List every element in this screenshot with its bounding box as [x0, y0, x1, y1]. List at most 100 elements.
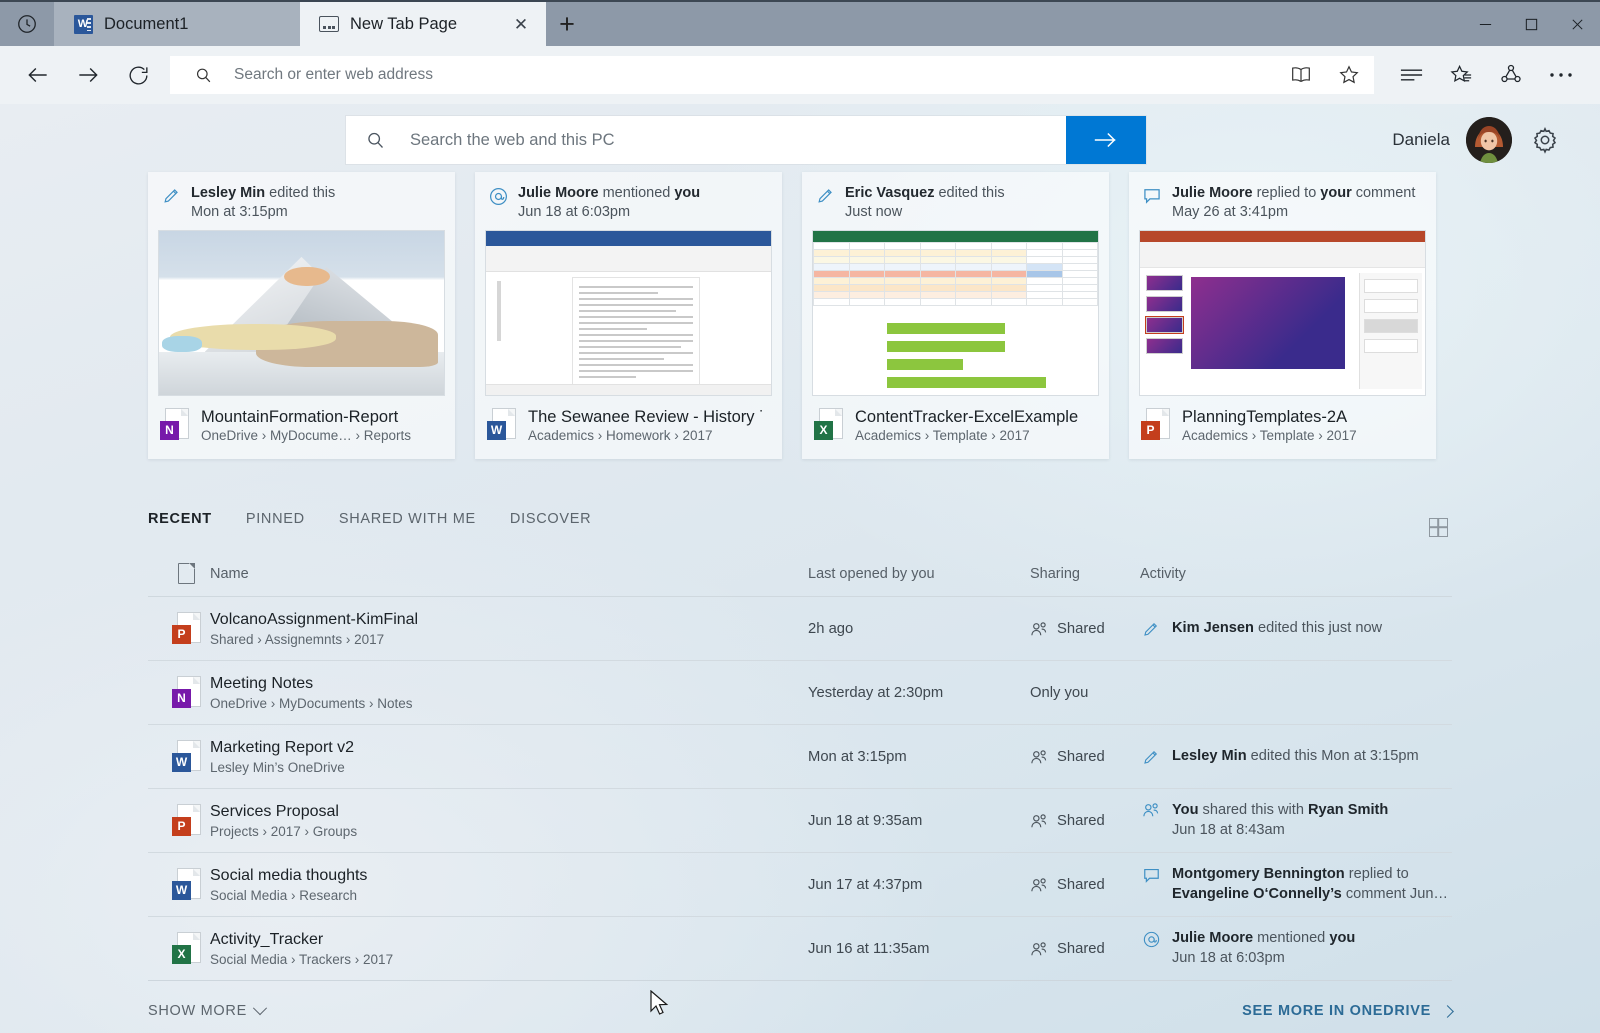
favorite-star-icon[interactable]	[1332, 58, 1366, 92]
at-mention-icon	[487, 184, 509, 207]
web-search-input[interactable]: Search the web and this PC	[404, 131, 1066, 150]
powerpoint-file-icon: P	[1141, 408, 1171, 442]
file-name-cell: Marketing Report v2 Lesley Min’s OneDriv…	[210, 739, 808, 775]
comment-bubble-icon	[1141, 184, 1163, 206]
file-badge: X	[172, 945, 191, 964]
word-document-icon: W	[72, 13, 94, 35]
window-controls	[1462, 2, 1600, 46]
hub-reading-list-icon[interactable]	[1386, 53, 1436, 97]
close-icon[interactable]: ✕	[508, 11, 534, 37]
back-button[interactable]	[14, 53, 62, 97]
activity-card[interactable]: Lesley Min edited this Mon at 3:15pm N M…	[148, 172, 455, 459]
activity-card[interactable]: Julie Moore mentioned you Jun 18 at 6:03…	[475, 172, 782, 459]
file-list-tabs: RECENT PINNED SHARED WITH ME DISCOVER	[148, 505, 1452, 533]
activity-text: Kim Jensen edited this just now	[1172, 619, 1382, 639]
file-name: Social media thoughts	[210, 867, 808, 885]
close-window-button[interactable]	[1554, 2, 1600, 46]
tab-new-tab-page[interactable]: New Tab Page ✕	[300, 2, 546, 46]
sharing-label: Shared	[1057, 813, 1105, 829]
forward-button[interactable]	[64, 53, 112, 97]
activity-rest: replied to	[1345, 866, 1409, 882]
file-path: Shared › Assignemnts › 2017	[210, 632, 808, 647]
file-badge: N	[172, 689, 191, 708]
card-activity-action: mentioned	[599, 185, 675, 201]
search-go-button[interactable]	[1066, 116, 1146, 164]
table-row[interactable]: P VolcanoAssignment-KimFinal Shared › As…	[148, 597, 1452, 661]
tab-shared-with-me[interactable]: SHARED WITH ME	[339, 505, 510, 533]
file-name-cell: Activity_Tracker Social Media › Trackers…	[210, 931, 808, 967]
card-activity-time: May 26 at 3:41pm	[1172, 204, 1288, 220]
file-path: Projects › 2017 › Groups	[210, 824, 808, 839]
card-activity-actor: Lesley Min	[191, 185, 265, 201]
browser-toolbar-icons	[1376, 53, 1586, 97]
last-opened-cell: Jun 17 at 4:37pm	[808, 877, 1030, 893]
table-header: Name Last opened by you Sharing Activity	[148, 559, 1452, 597]
card-activity-emphasis: you	[674, 185, 700, 201]
card-thumbnail[interactable]	[812, 230, 1099, 396]
file-name-cell: Services Proposal Projects › 2017 › Grou…	[210, 803, 808, 839]
reading-view-icon[interactable]	[1284, 58, 1318, 92]
new-tab-button[interactable]: +	[546, 2, 588, 46]
card-thumbnail[interactable]	[485, 230, 772, 396]
file-path: Social Media › Trackers › 2017	[210, 952, 808, 967]
table-row[interactable]: X Activity_Tracker Social Media › Tracke…	[148, 917, 1452, 981]
people-shared-icon	[1030, 877, 1048, 893]
file-name: Services Proposal	[210, 803, 808, 821]
see-more-in-onedrive-link[interactable]: SEE MORE IN ONEDRIVE	[1242, 1003, 1452, 1019]
file-badge: P	[172, 817, 191, 836]
activity-actor2: you	[1329, 930, 1355, 946]
table-row[interactable]: W Social media thoughts Social Media › R…	[148, 853, 1452, 917]
file-list-section: RECENT PINNED SHARED WITH ME DISCOVER Na…	[0, 505, 1600, 981]
file-path: OneDrive › MyDocuments › Notes	[210, 696, 808, 711]
card-activity-text: Lesley Min edited this Mon at 3:15pm	[191, 184, 335, 222]
file-type-icon	[148, 563, 210, 584]
activity-actor: You	[1172, 802, 1198, 818]
gear-icon[interactable]	[1528, 123, 1562, 157]
file-name: VolcanoAssignment-KimFinal	[210, 611, 808, 629]
tab-discover[interactable]: DISCOVER	[510, 505, 625, 533]
tab-pinned[interactable]: PINNED	[246, 505, 339, 533]
minimize-button[interactable]	[1462, 2, 1508, 46]
card-file-info: P PlanningTemplates-2A Academics › Templ…	[1139, 396, 1426, 445]
file-path: Social Media › Research	[210, 888, 808, 903]
file-badge: N	[160, 421, 179, 440]
card-thumbnail[interactable]	[1139, 230, 1426, 396]
activity-card[interactable]: Eric Vasquez edited this Just now	[802, 172, 1109, 459]
card-activity-action2: comment	[1352, 185, 1416, 201]
activity-rest: edited this Mon at 3:15pm	[1247, 748, 1419, 764]
word-file-icon: W	[487, 408, 517, 442]
powerpoint-file-icon: P	[148, 612, 210, 646]
avatar[interactable]	[1466, 117, 1512, 163]
at-mention-icon	[1140, 929, 1162, 949]
browser-address-bar: Search or enter web address	[0, 46, 1600, 104]
card-activity-emphasis: your	[1320, 185, 1351, 201]
favorites-star-icon[interactable]	[1436, 53, 1486, 97]
hero-search-row: Search the web and this PC Daniela	[0, 104, 1600, 170]
activity-cell: Julie Moore mentioned you Jun 18 at 6:03…	[1140, 929, 1452, 968]
file-badge: W	[487, 421, 506, 440]
table-row[interactable]: P Services Proposal Projects › 2017 › Gr…	[148, 789, 1452, 853]
more-settings-icon[interactable]	[1536, 53, 1586, 97]
table-row[interactable]: W Marketing Report v2 Lesley Min’s OneDr…	[148, 725, 1452, 789]
activity-card[interactable]: Julie Moore replied to your comment May …	[1129, 172, 1436, 459]
activity-rest: edited this just now	[1254, 620, 1382, 636]
file-badge: P	[1141, 421, 1160, 440]
activity-text: Lesley Min edited this Mon at 3:15pm	[1172, 747, 1419, 767]
tab-recent[interactable]: RECENT	[148, 505, 246, 533]
search-icon	[186, 58, 220, 92]
share-icon[interactable]	[1486, 53, 1536, 97]
web-search-container[interactable]: Search the web and this PC	[346, 116, 1146, 164]
tab-document1[interactable]: W Document1	[54, 2, 300, 46]
card-thumbnail[interactable]	[158, 230, 445, 396]
refresh-button[interactable]	[114, 53, 162, 97]
address-input-container[interactable]: Search or enter web address	[170, 56, 1374, 94]
browser-title-bar: W Document1 New Tab Page ✕ +	[0, 0, 1600, 46]
card-activity-actor: Julie Moore	[1172, 185, 1253, 201]
maximize-button[interactable]	[1508, 2, 1554, 46]
file-name: Marketing Report v2	[210, 739, 808, 757]
history-icon[interactable]	[0, 2, 54, 46]
grid-view-icon[interactable]	[1424, 513, 1452, 541]
show-more-button[interactable]: SHOW MORE	[148, 1003, 265, 1019]
address-input[interactable]: Search or enter web address	[234, 66, 1270, 84]
table-row[interactable]: N Meeting Notes OneDrive › MyDocuments ›…	[148, 661, 1452, 725]
